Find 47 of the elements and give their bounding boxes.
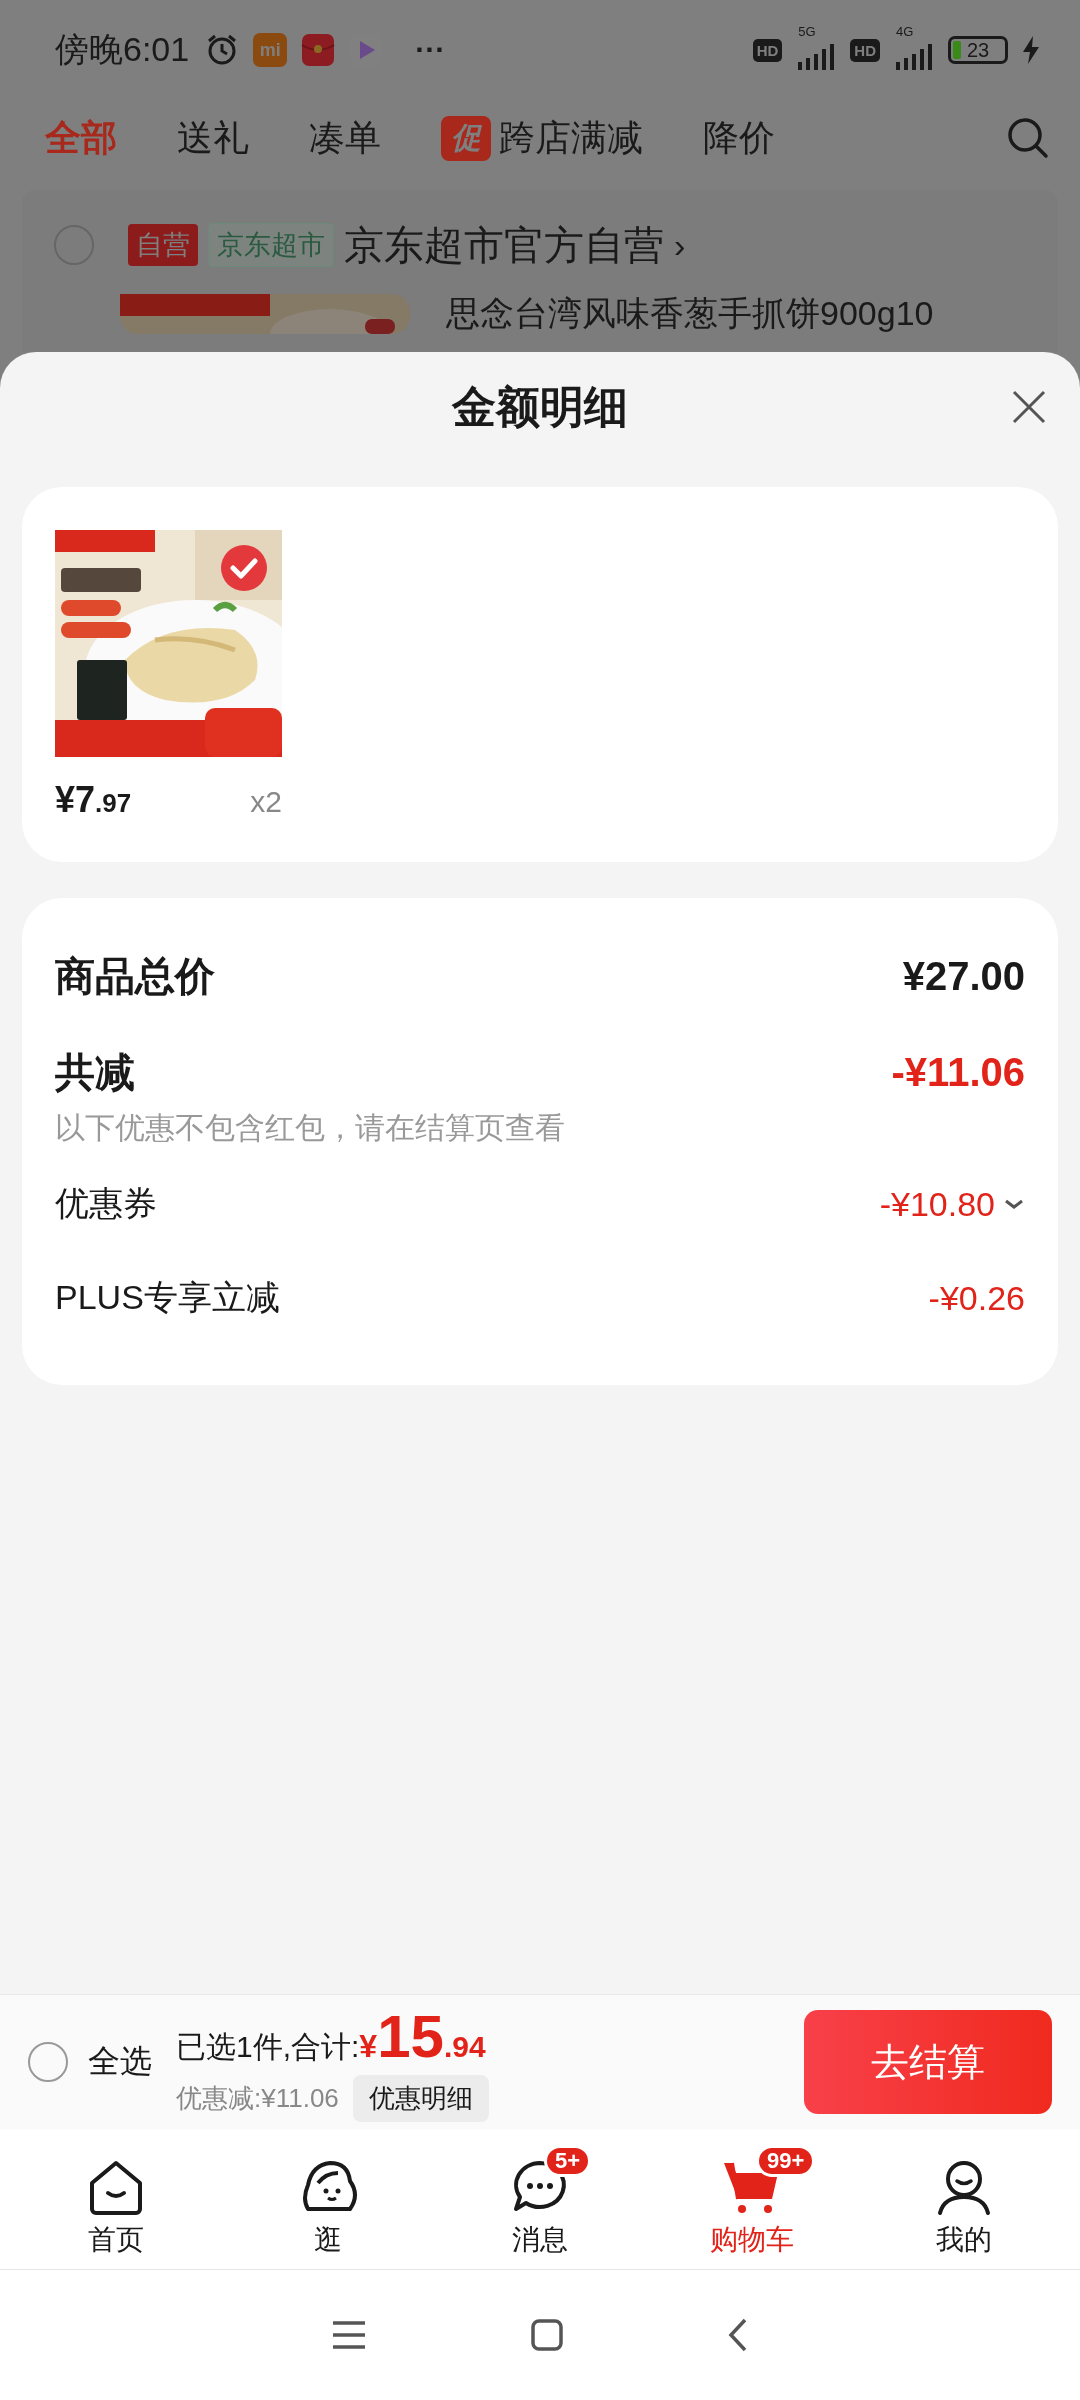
discount-label: PLUS专享立减: [55, 1277, 280, 1318]
close-icon[interactable]: [1012, 390, 1046, 424]
discount-value: -¥0.26: [928, 1278, 1025, 1318]
back-icon[interactable]: [726, 2317, 749, 2353]
hd-badge: HD: [752, 38, 783, 62]
nav-tab[interactable]: 逛: [248, 2139, 408, 2259]
nav-tab[interactable]: 5+ 消息: [460, 2139, 620, 2259]
summary-note: 以下优惠不包含红包，请在结算页查看: [55, 1110, 566, 1146]
promo-badge: 促: [441, 115, 491, 161]
select-all-label[interactable]: 全选: [88, 2040, 152, 2084]
status-time: 傍晚6:01: [55, 29, 190, 70]
menu-icon[interactable]: [331, 2320, 368, 2350]
discount-value: -¥10.80: [879, 1184, 995, 1224]
total-text: 已选1件,合计:¥15.94: [176, 2002, 487, 2071]
sheet-title: 金额明细: [452, 380, 628, 433]
battery-icon: 23: [948, 36, 1008, 64]
nav-tab[interactable]: 我的: [884, 2139, 1044, 2259]
nav-tab[interactable]: 99+ 购物车: [672, 2139, 832, 2259]
home-square-icon[interactable]: [530, 2318, 564, 2352]
expand-chevron-icon[interactable]: [1003, 1197, 1025, 1211]
checkout-button[interactable]: 去结算: [804, 2010, 1052, 2114]
nav-tab[interactable]: 首页: [36, 2139, 196, 2259]
search-icon[interactable]: [1006, 116, 1050, 160]
item-quantity: x2: [250, 785, 282, 819]
category-tab[interactable]: 送礼: [177, 113, 249, 163]
summary-label: 商品总价: [55, 952, 215, 1000]
store-tag: 自营: [128, 224, 198, 266]
select-all-checkbox[interactable]: [28, 2042, 68, 2082]
discount-label: 优惠券: [55, 1183, 157, 1224]
summary-label: 共减: [55, 1048, 135, 1096]
summary-value: -¥11.06: [891, 1049, 1025, 1095]
discount-detail-button[interactable]: 优惠明细: [352, 2075, 489, 2122]
summary-value: ¥27.00: [902, 953, 1025, 999]
checked-icon[interactable]: [220, 544, 268, 592]
product-title[interactable]: 思念台湾风味香葱手抓饼900g10: [446, 294, 934, 332]
more-notifications: ···: [415, 33, 446, 67]
chevron-icon: ›: [674, 225, 686, 265]
store-name[interactable]: 京东超市官方自营: [344, 217, 664, 273]
category-tab[interactable]: 凑单: [309, 113, 381, 163]
envelope-icon: [301, 33, 336, 67]
store-tag: 京东超市: [208, 223, 334, 267]
category-tab[interactable]: 降价: [703, 113, 775, 163]
item-price: ¥7.97: [55, 779, 132, 821]
category-tab[interactable]: 促 跨店满减: [441, 113, 643, 163]
hd-badge: HD: [850, 38, 880, 62]
discount-text: 优惠减:¥11.06: [176, 2082, 339, 2115]
app-notification-icon: mi: [253, 33, 288, 67]
